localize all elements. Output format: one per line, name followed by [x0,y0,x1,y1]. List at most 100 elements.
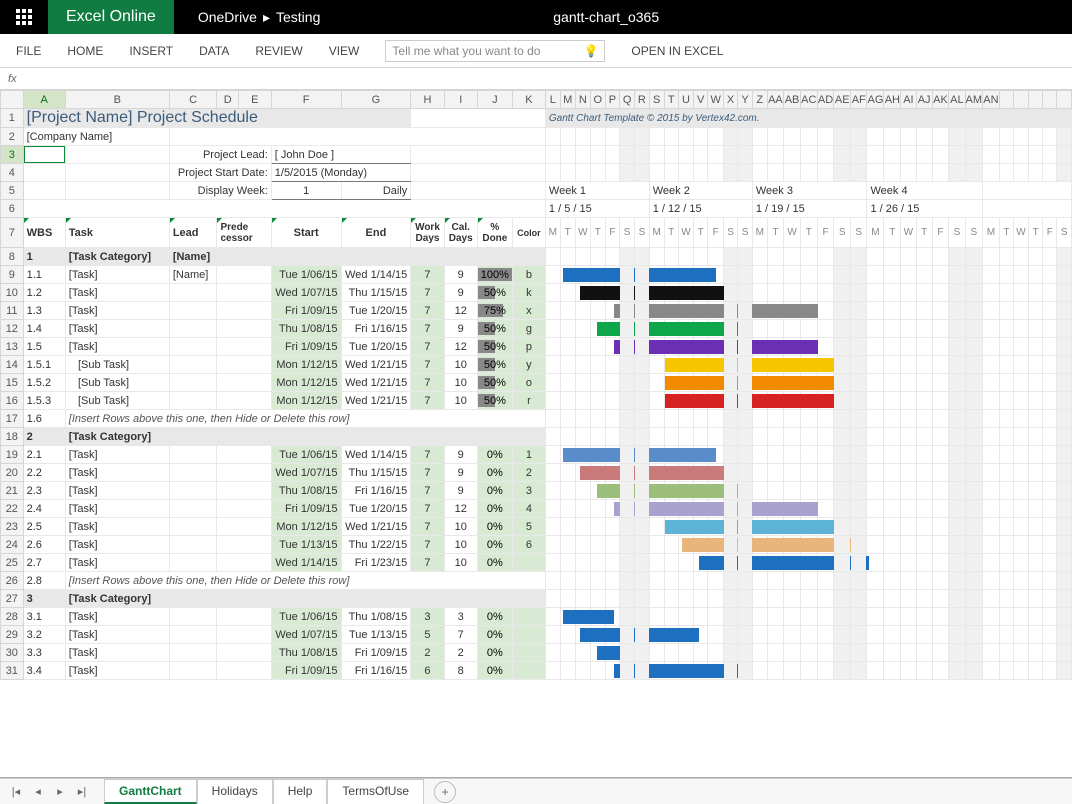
gantt-day-cell[interactable] [678,590,693,608]
gantt-day-cell[interactable] [590,464,605,482]
gantt-day-cell[interactable] [834,302,851,320]
gantt-day-cell[interactable] [1029,374,1043,392]
gantt-day-cell[interactable] [678,338,693,356]
gantt-day-cell[interactable] [649,446,664,464]
gantt-day-cell[interactable] [1043,554,1057,572]
gantt-day-cell[interactable] [738,356,753,374]
gantt-day-cell[interactable] [965,410,983,428]
gantt-day-cell[interactable] [999,482,1013,500]
gantt-day-cell[interactable] [949,374,965,392]
gantt-day-cell[interactable] [901,662,916,680]
gantt-day-cell[interactable] [1013,644,1028,662]
gantt-day-cell[interactable] [999,518,1013,536]
gantt-day-cell[interactable] [767,644,784,662]
gantt-day-cell[interactable] [664,428,678,446]
gantt-day-cell[interactable] [1043,608,1057,626]
gantt-day-cell[interactable] [575,590,590,608]
gantt-day-cell[interactable] [635,446,650,464]
gantt-day-cell[interactable] [649,146,664,164]
tell-me-search[interactable]: Tell me what you want to do 💡 [385,40,605,62]
hdr-wbs[interactable]: WBS [23,218,65,248]
gantt-day-cell[interactable] [649,428,664,446]
gantt-day-cell[interactable] [664,554,678,572]
gantt-day-cell[interactable] [752,590,767,608]
gantt-day-cell[interactable] [800,284,817,302]
gantt-day-cell[interactable] [901,464,916,482]
cell-cd[interactable]: 9 [444,284,477,302]
gantt-day-cell[interactable] [800,248,817,266]
cell-pct[interactable]: 50% [477,338,512,356]
col-header[interactable]: V [693,91,708,109]
gantt-day-cell[interactable] [723,266,738,284]
gantt-day-cell[interactable] [999,356,1013,374]
cell-wbs[interactable]: 2.8 [23,572,65,590]
gantt-day-cell[interactable] [949,500,965,518]
gantt-day-cell[interactable] [999,572,1013,590]
col-header[interactable]: L [545,91,560,109]
gantt-day-cell[interactable] [605,146,620,164]
gantt-day-cell[interactable] [834,482,851,500]
gantt-day-cell[interactable] [1013,266,1028,284]
gantt-day-cell[interactable] [560,248,575,266]
cell-wbs[interactable]: 3.2 [23,626,65,644]
gantt-day-cell[interactable] [605,554,620,572]
gantt-day-cell[interactable] [693,146,708,164]
gantt-day-cell[interactable] [999,392,1013,410]
gantt-day-cell[interactable] [884,464,901,482]
gantt-day-cell[interactable] [649,164,664,182]
cell-lead[interactable] [169,374,217,392]
cell-start[interactable]: Mon 1/12/15 [271,374,341,392]
gantt-day-cell[interactable] [560,392,575,410]
gantt-day-cell[interactable] [620,374,635,392]
gantt-day-cell[interactable] [834,590,851,608]
col-header[interactable]: R [635,91,650,109]
gantt-day-cell[interactable] [1043,284,1057,302]
gantt-day-cell[interactable] [916,428,932,446]
gantt-day-cell[interactable] [983,590,1000,608]
gantt-day-cell[interactable] [932,572,949,590]
cell-pred[interactable] [217,536,271,554]
gantt-day-cell[interactable] [834,248,851,266]
cell-wbs[interactable]: 3.1 [23,608,65,626]
cell-wd[interactable]: 7 [411,446,444,464]
gantt-day-cell[interactable] [620,338,635,356]
gantt-day-cell[interactable] [649,374,664,392]
cell-end[interactable]: Thu 1/22/15 [341,536,411,554]
gantt-day-cell[interactable] [916,446,932,464]
cell-lead[interactable] [169,392,217,410]
gantt-day-cell[interactable] [901,482,916,500]
gantt-day-cell[interactable] [693,626,708,644]
gantt-day-cell[interactable] [664,266,678,284]
gantt-day-cell[interactable] [545,392,560,410]
gantt-day-cell[interactable] [983,338,1000,356]
gantt-day-cell[interactable] [999,248,1013,266]
gantt-day-cell[interactable] [916,518,932,536]
gantt-day-cell[interactable] [767,662,784,680]
gantt-day-cell[interactable] [983,428,1000,446]
cell-pred[interactable] [217,644,271,662]
gantt-day-cell[interactable] [949,320,965,338]
tab-file[interactable]: FILE [16,44,41,58]
cell-lead[interactable] [169,662,217,680]
gantt-day-cell[interactable] [708,338,723,356]
gantt-day-cell[interactable] [1029,302,1043,320]
row-header[interactable]: 9 [1,266,24,284]
gantt-day-cell[interactable] [575,500,590,518]
gantt-day-cell[interactable] [901,320,916,338]
cell-cd[interactable]: 12 [444,302,477,320]
gantt-day-cell[interactable] [834,428,851,446]
gantt-day-cell[interactable] [932,128,949,146]
gantt-day-cell[interactable] [965,284,983,302]
cell-task[interactable]: [Task] [65,554,169,572]
cell-task[interactable]: [Task] [65,500,169,518]
cell-lead[interactable] [169,608,217,626]
cell-start[interactable]: Mon 1/12/15 [271,392,341,410]
gantt-day-cell[interactable] [664,320,678,338]
gantt-day-cell[interactable] [800,356,817,374]
gantt-day-cell[interactable] [605,248,620,266]
gantt-day-cell[interactable] [1029,608,1043,626]
cell-task[interactable]: [Task] [65,536,169,554]
cell-lead[interactable]: [Name] [169,248,217,266]
gantt-day-cell[interactable] [693,590,708,608]
gantt-day-cell[interactable] [752,608,767,626]
